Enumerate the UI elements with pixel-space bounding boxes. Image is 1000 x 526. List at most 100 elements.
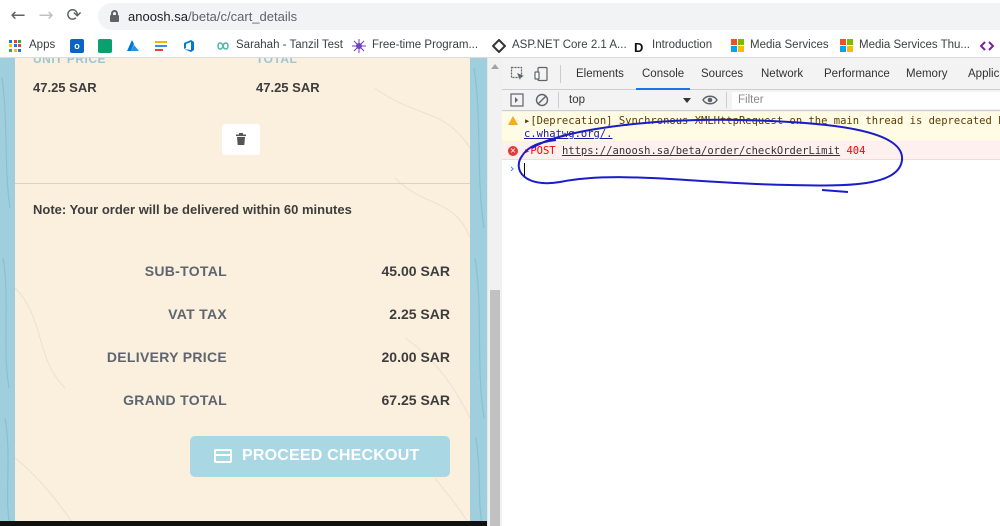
azure-icon xyxy=(127,39,139,51)
console-warning-message: ▸[Deprecation] Synchronous XMLHttpReques… xyxy=(502,111,1000,142)
bookmark-overflow[interactable] xyxy=(980,37,1000,54)
toolbar-separator xyxy=(560,65,561,83)
outlook-icon: o xyxy=(70,38,84,53)
bookmark-lines[interactable] xyxy=(154,37,174,54)
eye-icon[interactable] xyxy=(702,94,718,106)
console-input-cursor[interactable] xyxy=(524,163,525,176)
bookmark-outlook[interactable]: o xyxy=(70,37,90,54)
divider xyxy=(15,183,470,184)
delete-item-button[interactable] xyxy=(222,124,260,155)
infinity-icon xyxy=(217,41,229,50)
d-letter-icon: D xyxy=(634,39,644,55)
bookmark-label: Media Services xyxy=(750,39,829,51)
bookmark-media-services-thu[interactable]: Media Services Thu... xyxy=(840,37,970,54)
filter-input[interactable]: Filter xyxy=(732,92,1000,109)
toolbar-separator xyxy=(558,92,559,108)
toolbar-separator xyxy=(726,92,727,108)
website-viewport: UNIT PRICE TOTAL 47.25 SAR 47.25 SAR Not… xyxy=(0,58,487,526)
tab-performance[interactable]: Performance xyxy=(824,58,890,90)
bookmark-apps[interactable]: Apps xyxy=(9,37,55,54)
trash-icon xyxy=(236,133,246,145)
context-value: top xyxy=(569,94,585,106)
warning-text: [Deprecation] Synchronous XMLHttpRequest… xyxy=(530,115,1000,127)
warning-icon xyxy=(508,116,518,125)
list-lines-icon xyxy=(155,40,167,51)
forward-arrow-icon[interactable]: → xyxy=(34,4,58,28)
tab-memory[interactable]: Memory xyxy=(906,58,948,90)
tab-application[interactable]: Applic xyxy=(968,58,999,90)
lock-icon xyxy=(110,10,119,22)
vat-value: 2.25 SAR xyxy=(389,306,450,322)
code-icon xyxy=(980,40,994,51)
inspect-element-icon[interactable] xyxy=(510,66,526,82)
checkout-label: PROCEED CHECKOUT xyxy=(242,447,420,464)
tab-network[interactable]: Network xyxy=(761,58,803,90)
bookmark-aspnet[interactable]: ASP.NET Core 2.1 A... xyxy=(492,37,627,54)
screenshot-root: ← → ⟳ anoosh.sa/beta/c/cart_details Apps… xyxy=(0,0,1000,526)
error-url-link[interactable]: https://anoosh.sa/beta/order/checkOrderL… xyxy=(562,145,840,157)
console-prompt-chevron-icon: › xyxy=(510,162,515,175)
bookmark-sarahah[interactable]: Sarahah - Tanzil Test xyxy=(216,37,343,54)
url-host: anoosh.sa xyxy=(128,9,188,24)
microsoft-logo-icon xyxy=(840,39,853,52)
error-icon: × xyxy=(508,146,518,156)
reload-icon[interactable]: ⟳ xyxy=(62,4,86,28)
back-arrow-icon[interactable]: ← xyxy=(6,4,30,28)
devtools-panel: Elements Console Sources Network Perform… xyxy=(502,58,1000,526)
bookmark-introduction[interactable]: D Introduction xyxy=(634,37,713,55)
bookmark-media-services[interactable]: Media Services xyxy=(731,37,829,54)
console-error-message: × ▸POST https://anoosh.sa/beta/order/che… xyxy=(502,142,1000,160)
console-output: ▸[Deprecation] Synchronous XMLHttpReques… xyxy=(502,111,1000,526)
page-scrollbar[interactable] xyxy=(487,58,502,526)
proceed-checkout-button[interactable]: PROCEED CHECKOUT xyxy=(190,436,450,477)
delivery-price-label: DELIVERY PRICE xyxy=(106,349,227,365)
address-bar[interactable]: anoosh.sa/beta/c/cart_details xyxy=(98,3,1000,30)
warning-line: ▸[Deprecation] Synchronous XMLHttpReques… xyxy=(524,115,1000,127)
bookmark-label: Media Services Thu... xyxy=(859,39,971,51)
url-text: anoosh.sa/beta/c/cart_details xyxy=(128,9,297,24)
tab-elements[interactable]: Elements xyxy=(576,58,624,90)
browser-toolbar: ← → ⟳ anoosh.sa/beta/c/cart_details xyxy=(0,0,1000,33)
devops-icon xyxy=(184,39,194,52)
grand-total-value: 67.25 SAR xyxy=(381,392,450,408)
devtools-tab-bar: Elements Console Sources Network Perform… xyxy=(502,58,1000,90)
bookmark-azure[interactable] xyxy=(126,37,146,54)
bookmark-label: Sarahah - Tanzil Test xyxy=(236,39,343,51)
bookmark-trello[interactable] xyxy=(98,37,118,54)
bookmark-label: ASP.NET Core 2.1 A... xyxy=(512,39,627,51)
diamond-icon xyxy=(492,38,506,53)
delivery-note: Note: Your order will be delivered withi… xyxy=(33,202,352,217)
url-path: /beta/c/cart_details xyxy=(188,9,298,24)
bottom-edge-bar xyxy=(0,521,487,526)
dropdown-caret-icon xyxy=(683,98,691,103)
console-toolbar: top Filter xyxy=(502,90,1000,111)
credit-card-icon xyxy=(214,449,232,463)
clear-console-icon[interactable] xyxy=(535,93,549,107)
device-toolbar-icon[interactable] xyxy=(534,66,550,82)
microsoft-logo-icon xyxy=(731,39,744,52)
bookmark-devops[interactable] xyxy=(182,37,202,54)
context-selector[interactable]: top xyxy=(569,92,691,109)
warning-link[interactable]: c.whatwg.org/. xyxy=(524,128,613,140)
scroll-up-arrow-icon[interactable] xyxy=(491,64,499,69)
tab-console[interactable]: Console xyxy=(636,58,691,90)
bookmarks-bar: Apps o Sarahah - Tanzil Test Free-time P… xyxy=(0,33,1000,58)
bookmark-label: Free-time Program... xyxy=(372,39,479,51)
error-line: ▸POST https://anoosh.sa/beta/order/check… xyxy=(524,145,866,157)
bookmark-freetime[interactable]: Free-time Program... xyxy=(352,37,478,54)
tab-sources[interactable]: Sources xyxy=(701,58,743,90)
grand-total-label: GRAND TOTAL xyxy=(123,392,227,408)
sidebar-toggle-icon[interactable] xyxy=(510,93,524,107)
subtotal-value: 45.00 SAR xyxy=(381,263,450,279)
unit-price-header: UNIT PRICE xyxy=(33,58,107,66)
vat-label: VAT TAX xyxy=(168,306,227,322)
bookmark-label: Apps xyxy=(29,39,56,51)
bookmark-label: Introduction xyxy=(652,39,713,51)
total-value: 47.25 SAR xyxy=(256,80,320,95)
unit-price-value: 47.25 SAR xyxy=(33,80,97,95)
trello-icon xyxy=(98,38,112,53)
scrollbar-thumb[interactable] xyxy=(490,290,500,526)
total-header: TOTAL xyxy=(256,58,298,66)
error-status-code: 404 xyxy=(846,145,866,157)
subtotal-label: SUB-TOTAL xyxy=(144,263,227,279)
